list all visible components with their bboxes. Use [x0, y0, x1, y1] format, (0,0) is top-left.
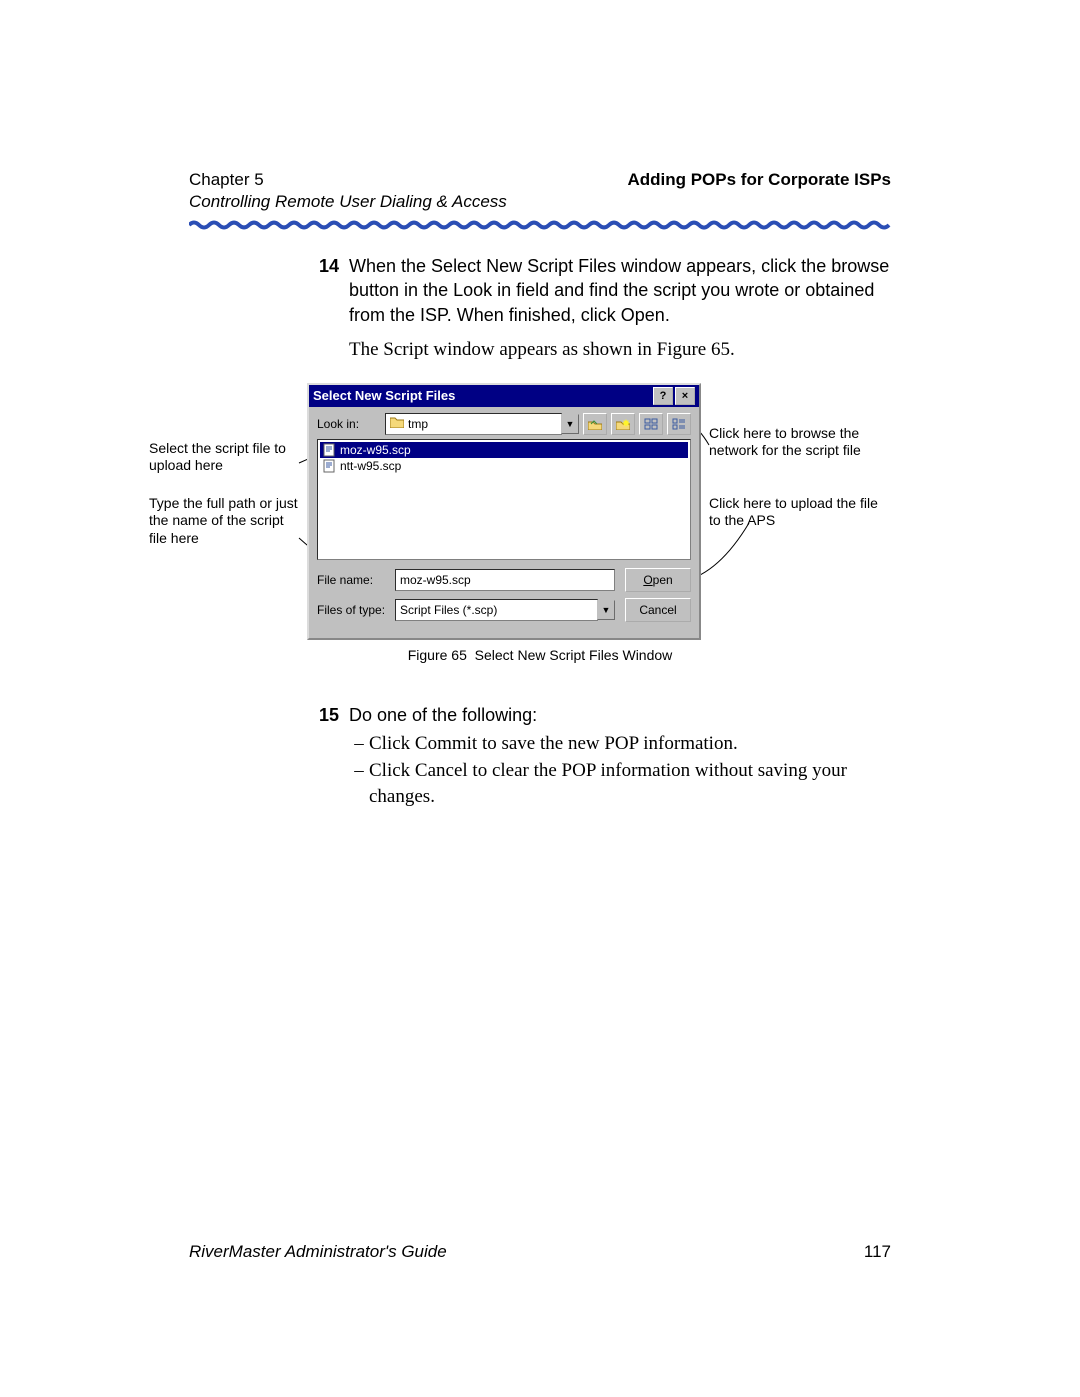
filename-row: File name: moz-w95.scp Open: [317, 568, 691, 592]
step-15: 15 Do one of the following: –Click Commi…: [189, 703, 891, 812]
filename-value: moz-w95.scp: [400, 573, 471, 587]
dialog-body: Look in: tmp ▼: [309, 407, 699, 638]
footer-doc-title: RiverMaster Administrator's Guide: [189, 1242, 447, 1262]
bullet-item: –Click Commit to save the new POP inform…: [349, 731, 891, 757]
up-one-level-button[interactable]: [583, 413, 607, 435]
dash-icon: –: [349, 758, 369, 809]
bullet-text: Click Commit to save the new POP informa…: [369, 731, 891, 757]
page-number: 117: [864, 1242, 891, 1262]
wavy-divider: [189, 220, 891, 230]
step-14-sentence2: The Script window appears as shown in Fi…: [349, 337, 891, 363]
chapter-label: Chapter 5: [189, 170, 264, 190]
page-header: Chapter 5 Adding POPs for Corporate ISPs: [189, 170, 891, 190]
file-list[interactable]: moz-w95.scp ntt-w95.scp: [317, 439, 691, 560]
list-view-button[interactable]: [639, 413, 663, 435]
file-item-selected[interactable]: moz-w95.scp: [320, 442, 688, 458]
step-15-bullets: –Click Commit to save the new POP inform…: [349, 731, 891, 810]
open-button[interactable]: Open: [625, 568, 691, 592]
bullet-item: –Click Cancel to clear the POP informati…: [349, 758, 891, 809]
select-script-dialog: Select New Script Files ? × Look in: tmp…: [307, 383, 701, 640]
document-page: Chapter 5 Adding POPs for Corporate ISPs…: [0, 0, 1080, 1397]
callout-select-file: Select the script file to upload here: [149, 440, 304, 475]
filetype-dropdown-arrow[interactable]: ▼: [597, 600, 615, 620]
file-name-1: ntt-w95.scp: [340, 459, 401, 473]
filetype-combo[interactable]: Script Files (*.scp): [395, 599, 598, 621]
lookin-value: tmp: [408, 417, 428, 431]
list-icon: [644, 418, 658, 430]
callout-filename: Type the full path or just the name of t…: [149, 495, 304, 548]
figure-65: Select the script file to upload here Ty…: [189, 383, 891, 693]
filetype-label: Files of type:: [317, 603, 395, 617]
file-name-0: moz-w95.scp: [340, 443, 411, 457]
close-button[interactable]: ×: [675, 387, 695, 405]
step-14: 14 When the Select New Script Files wind…: [189, 254, 891, 363]
lookin-dropdown-arrow[interactable]: ▼: [561, 414, 579, 434]
details-icon: [672, 418, 686, 430]
section-title: Adding POPs for Corporate ISPs: [627, 170, 891, 190]
figure-caption-text: Select New Script Files Window: [475, 647, 673, 663]
step-14-sentence1: When the Select New Script Files window …: [349, 254, 891, 327]
page-footer: RiverMaster Administrator's Guide 117: [189, 1242, 891, 1262]
up-folder-icon: [588, 418, 602, 430]
help-button[interactable]: ?: [653, 387, 673, 405]
file-item[interactable]: ntt-w95.scp: [320, 458, 688, 474]
dialog-titlebar: Select New Script Files ? ×: [309, 385, 699, 407]
filetype-row: Files of type: Script Files (*.scp) ▼ Ca…: [317, 598, 691, 622]
script-file-icon: [322, 443, 336, 457]
script-file-icon: [322, 459, 336, 473]
figure-caption: Figure 65 Select New Script Files Window: [189, 647, 891, 663]
step-number: 15: [189, 703, 349, 812]
callout-upload-aps: Click here to upload the file to the APS: [709, 495, 879, 530]
new-folder-button[interactable]: [611, 413, 635, 435]
step-number: 14: [189, 254, 349, 363]
lookin-label: Look in:: [317, 417, 385, 431]
folder-icon: [390, 416, 404, 431]
chapter-subtitle: Controlling Remote User Dialing & Access: [189, 192, 891, 212]
figure-label: Figure 65: [408, 647, 467, 663]
dialog-title: Select New Script Files: [313, 388, 455, 403]
callout-browse-network: Click here to browse the network for the…: [709, 425, 879, 460]
lookin-combo[interactable]: tmp: [385, 413, 562, 435]
dash-icon: –: [349, 731, 369, 757]
filename-input[interactable]: moz-w95.scp: [395, 569, 615, 591]
lookin-row: Look in: tmp ▼: [317, 413, 691, 435]
new-folder-icon: [616, 418, 630, 430]
details-view-button[interactable]: [667, 413, 691, 435]
filename-label: File name:: [317, 573, 395, 587]
cancel-button[interactable]: Cancel: [625, 598, 691, 622]
filetype-value: Script Files (*.scp): [400, 603, 497, 617]
step-body: Do one of the following: –Click Commit t…: [349, 703, 891, 812]
bullet-text: Click Cancel to clear the POP informatio…: [369, 758, 891, 809]
step-body: When the Select New Script Files window …: [349, 254, 891, 363]
step-15-intro: Do one of the following:: [349, 703, 891, 727]
